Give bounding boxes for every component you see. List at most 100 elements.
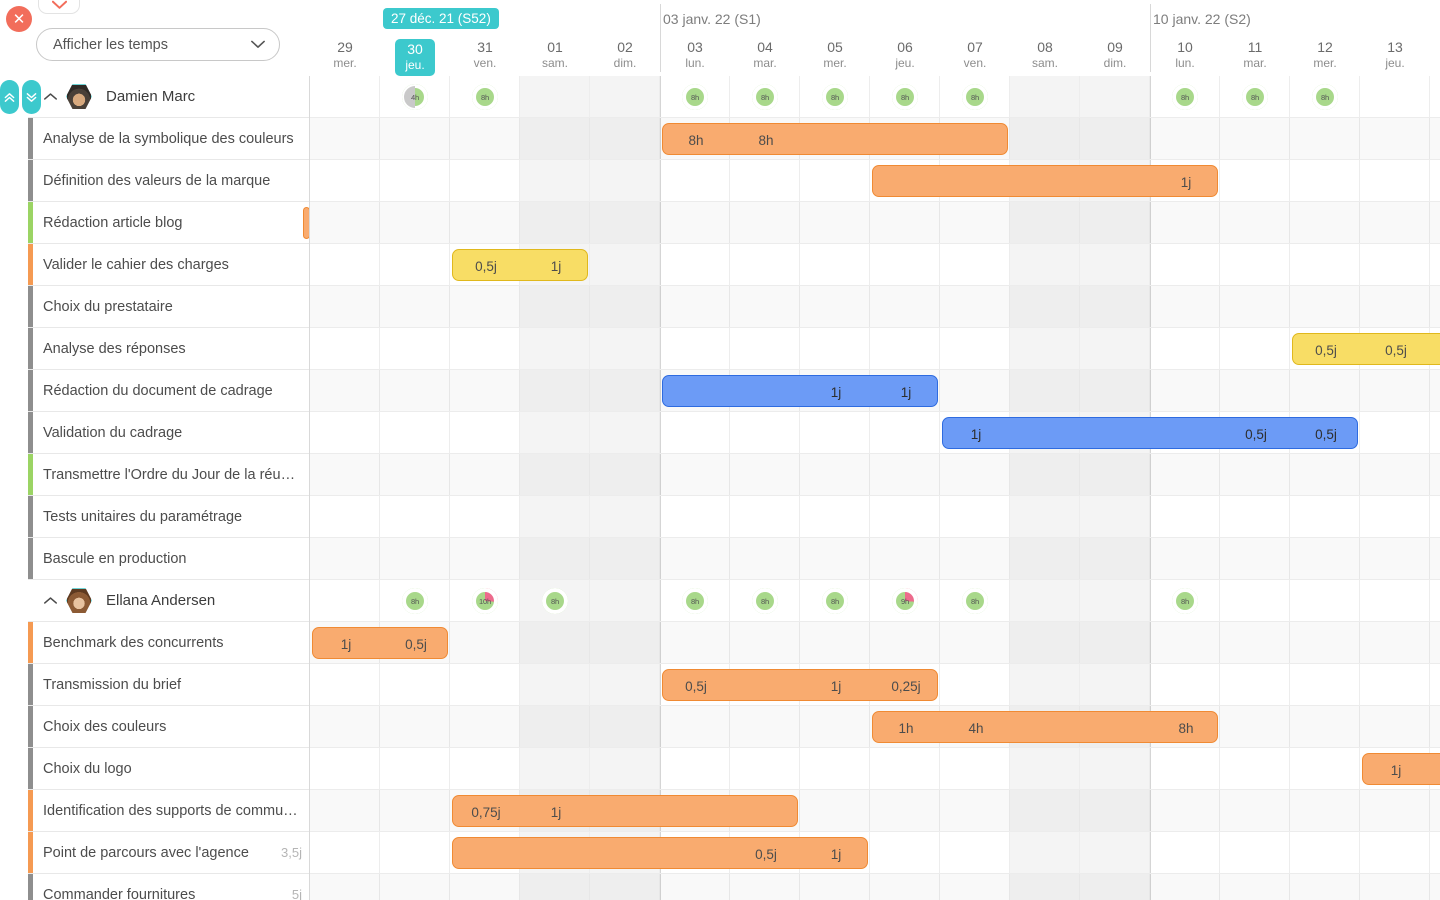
chevron-up-icon[interactable]: [40, 92, 60, 101]
workload-badge[interactable]: 8h: [1242, 84, 1268, 110]
row-band: [310, 874, 1440, 900]
day-name: mer.: [823, 56, 847, 70]
panel-collapse-tab[interactable]: [38, 0, 80, 14]
workload-value: 8h: [971, 596, 979, 606]
task-row[interactable]: Transmission du brief: [28, 664, 309, 706]
workload-value: 8h: [831, 92, 839, 102]
workload-badge[interactable]: 10h: [472, 588, 498, 614]
workload-badge[interactable]: 8h: [1312, 84, 1338, 110]
workload-badge[interactable]: 8h: [1172, 84, 1198, 110]
task-status-accent: [28, 622, 33, 663]
task-name: Analyse des réponses: [43, 340, 186, 357]
workload-badge[interactable]: 8h: [752, 84, 778, 110]
workload-badge[interactable]: 9h: [892, 588, 918, 614]
workload-badge[interactable]: 8h: [822, 588, 848, 614]
day-name: lun.: [685, 56, 705, 70]
task-row[interactable]: Valider le cahier des charges: [28, 244, 309, 286]
task-row[interactable]: Validation du cadrage: [28, 412, 309, 454]
day-header-cell: 04 mar.: [730, 36, 800, 76]
task-row[interactable]: Tests unitaires du paramétrage: [28, 496, 309, 538]
task-row[interactable]: Choix du prestataire: [28, 286, 309, 328]
task-row[interactable]: Rédaction article blog: [28, 202, 309, 244]
task-bar[interactable]: 1j: [1362, 753, 1440, 785]
chevron-up-icon[interactable]: [40, 596, 60, 605]
task-name: Rédaction du document de cadrage: [43, 382, 273, 399]
week-separator: [1150, 4, 1151, 72]
workload-badge[interactable]: 8h: [542, 588, 568, 614]
task-bar[interactable]: 0,5j 0,5j: [1292, 333, 1440, 365]
task-row[interactable]: Bascule en production: [28, 538, 309, 580]
scroll-to-top-button[interactable]: [0, 80, 19, 114]
double-chevron-up-icon: [4, 92, 15, 102]
task-row[interactable]: Choix du logo: [28, 748, 309, 790]
day-name: jeu.: [1385, 56, 1405, 70]
workload-value: 8h: [971, 92, 979, 102]
row-divider: [310, 159, 1440, 160]
clipped-task-bar-edge[interactable]: [303, 207, 309, 239]
task-bar[interactable]: 0,5j 1j: [452, 837, 868, 869]
workload-badge[interactable]: 8h: [1172, 588, 1198, 614]
assignee-group-row[interactable]: Ellana Andersen: [28, 580, 309, 622]
task-bar[interactable]: 0,5j 1j 0,25j: [662, 669, 938, 701]
task-bar[interactable]: 1h 4h 8h: [872, 711, 1218, 743]
bar-segment-label: 1j: [830, 846, 842, 862]
task-status-accent: [28, 160, 33, 201]
row-divider: [310, 579, 1440, 580]
close-button[interactable]: ✕: [6, 6, 32, 32]
workload-value: 8h: [761, 596, 769, 606]
task-bar[interactable]: 1j 0,5j 0,5j: [942, 417, 1358, 449]
row-divider: [310, 243, 1440, 244]
workload-badge[interactable]: 4h: [402, 84, 428, 110]
task-bar[interactable]: 1j 0,5j: [312, 627, 448, 659]
workload-badge[interactable]: 8h: [822, 84, 848, 110]
task-row[interactable]: Point de parcours avec l'agence 3,5j: [28, 832, 309, 874]
scroll-to-bottom-button[interactable]: [22, 80, 41, 114]
task-status-accent: [28, 118, 33, 159]
row-divider: [310, 495, 1440, 496]
task-bar[interactable]: 0,5j 1j: [452, 249, 588, 281]
day-name: ven.: [473, 56, 497, 70]
workload-badge[interactable]: 8h: [682, 84, 708, 110]
task-status-accent: [28, 496, 33, 537]
row-band: [310, 286, 1440, 328]
assignee-group-row[interactable]: Damien Marc: [28, 76, 309, 118]
task-bar[interactable]: 8h 8h: [662, 123, 1008, 155]
task-row[interactable]: Commander fournitures 5j: [28, 874, 309, 900]
timeline-header: 27 déc. 21 (S52) 03 janv. 22 (S1) 10 janv.…: [310, 0, 1440, 76]
day-name: mer.: [1313, 56, 1337, 70]
day-header-cell: 13 jeu.: [1360, 36, 1430, 76]
task-status-accent: [28, 706, 33, 747]
workload-value: 10h: [479, 596, 491, 606]
workload-badge[interactable]: 8h: [962, 84, 988, 110]
task-bar[interactable]: 0,75j 1j: [452, 795, 798, 827]
task-row[interactable]: Rédaction du document de cadrage: [28, 370, 309, 412]
task-name: Rédaction article blog: [43, 214, 183, 231]
task-row[interactable]: Choix des couleurs: [28, 706, 309, 748]
task-bar[interactable]: 1j: [872, 165, 1218, 197]
display-times-select[interactable]: Afficher les temps: [36, 28, 280, 61]
task-status-accent: [28, 370, 33, 411]
task-row[interactable]: Benchmark des concurrents: [28, 622, 309, 664]
task-row[interactable]: Analyse de la symbolique des couleurs: [28, 118, 309, 160]
day-number: 31: [477, 39, 493, 55]
day-number: 09: [1107, 39, 1123, 55]
workload-badge[interactable]: 8h: [892, 84, 918, 110]
bar-segment-label: 1j: [550, 804, 562, 820]
bar-segment-label: 1h: [898, 720, 914, 736]
day-header-cell: 08 sam.: [1010, 36, 1080, 76]
gantt-chart-body: 8h 8h 1j 0,5j 1j 0,5j 0,5j 1j 1j 1j 0,5j 0,5j 1j 0,5j…: [310, 76, 1440, 900]
vertical-scroll-controls: [0, 80, 41, 114]
bar-segment-label: 1j: [1180, 174, 1192, 190]
task-row[interactable]: Identification des supports de commu…: [28, 790, 309, 832]
task-row[interactable]: Analyse des réponses: [28, 328, 309, 370]
task-bar[interactable]: 1j 1j: [662, 375, 938, 407]
gantt-app: 27 déc. 21 (S52) 03 janv. 22 (S1) 10 janv.…: [0, 0, 1440, 900]
workload-badge[interactable]: 8h: [962, 588, 988, 614]
workload-badge[interactable]: 8h: [682, 588, 708, 614]
workload-badge[interactable]: 8h: [472, 84, 498, 110]
task-row[interactable]: Transmettre l'Ordre du Jour de la réun…: [28, 454, 309, 496]
task-status-accent: [28, 328, 33, 369]
workload-badge[interactable]: 8h: [752, 588, 778, 614]
workload-badge[interactable]: 8h: [402, 588, 428, 614]
task-row[interactable]: Définition des valeurs de la marque: [28, 160, 309, 202]
